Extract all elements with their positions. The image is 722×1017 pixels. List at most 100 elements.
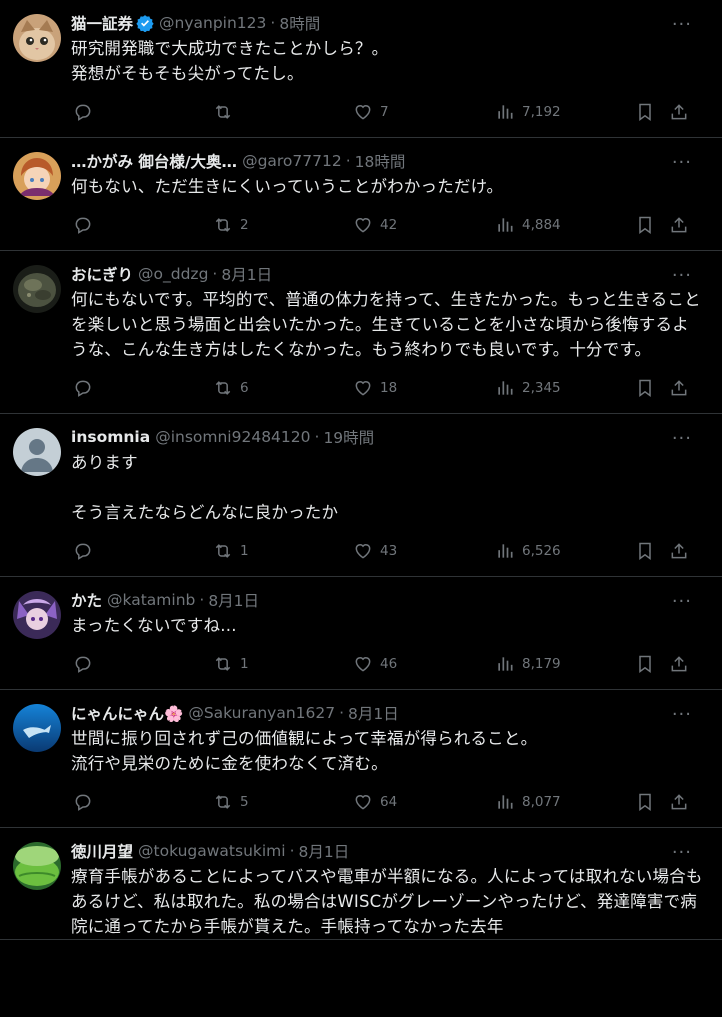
like-button[interactable]: 42 [353, 215, 397, 235]
reply-button[interactable] [73, 792, 93, 812]
tweet[interactable]: ··· …かがみ 御台様/大奥… @garo77712 · 18時間 何もない、ただ生きに… [0, 138, 722, 251]
like-button[interactable]: 64 [353, 792, 397, 812]
tweet-text: 何もない、ただ生きにくいっていうことがわかっただけ。 [71, 177, 504, 196]
retweet-icon [213, 102, 233, 122]
more-options-button[interactable]: ··· [672, 14, 692, 35]
heart-icon [353, 215, 373, 235]
reply-icon [73, 654, 93, 674]
views-button[interactable]: 4,884 [495, 215, 561, 235]
retweet-button[interactable]: 6 [213, 378, 249, 398]
bookmark-button[interactable] [635, 215, 655, 235]
views-button[interactable]: 6,526 [495, 541, 561, 561]
handle[interactable]: @o_ddzg [138, 265, 208, 283]
timestamp[interactable]: 8時間 [279, 12, 320, 34]
heart-icon [353, 378, 373, 398]
share-button[interactable] [669, 102, 689, 122]
like-button[interactable]: 46 [353, 654, 397, 674]
tweet[interactable]: ··· insomnia @insomni92484120 · 19時間 あります そう言… [0, 414, 722, 577]
display-name[interactable]: insomnia [71, 428, 150, 446]
like-button[interactable]: 18 [353, 378, 397, 398]
bookmark-icon [635, 654, 655, 674]
retweet-button[interactable]: 2 [213, 215, 249, 235]
handle[interactable]: @tokugawatsukimi [138, 842, 286, 860]
timestamp[interactable]: 8月1日 [299, 840, 350, 862]
bookmark-button[interactable] [635, 541, 655, 561]
reply-button[interactable] [73, 102, 93, 122]
retweet-button[interactable]: 5 [213, 792, 249, 812]
avatar[interactable] [13, 704, 61, 752]
avatar[interactable] [13, 152, 61, 200]
retweet-button[interactable] [213, 102, 233, 122]
timestamp[interactable]: 8月1日 [208, 589, 259, 611]
share-button[interactable] [669, 215, 689, 235]
bookmark-button[interactable] [635, 102, 655, 122]
more-options-button[interactable]: ··· [672, 704, 692, 725]
display-name[interactable]: 徳川月望 [71, 840, 133, 862]
handle[interactable]: @garo77712 [242, 152, 342, 170]
like-button[interactable]: 43 [353, 541, 397, 561]
heart-icon [353, 654, 373, 674]
display-name[interactable]: にゃんにゃん🌸 [71, 702, 183, 724]
tweet[interactable]: ··· 徳川月望 @tokugawatsukimi · 8月1日 療育手帳があることによっ… [0, 828, 722, 940]
more-options-button[interactable]: ··· [672, 591, 692, 612]
views-button[interactable]: 2,345 [495, 378, 561, 398]
handle[interactable]: @insomni92484120 [155, 428, 310, 446]
timestamp[interactable]: 18時間 [355, 150, 406, 172]
tweet-actions: 1 43 6,526 [71, 533, 704, 569]
display-name[interactable]: …かがみ 御台様/大奥… [71, 150, 237, 172]
handle[interactable]: @nyanpin123 [159, 14, 266, 32]
tweet-text: 何にもないです。平均的で、普通の体力を持って、生きたかった。もっと生きることを楽… [71, 290, 701, 359]
more-options-button[interactable]: ··· [672, 428, 692, 449]
bookmark-button[interactable] [635, 654, 655, 674]
avatar[interactable] [13, 591, 61, 639]
tweet[interactable]: ··· おにぎり @o_ddzg · 8月1日 何にもないです。平均的で、普通の体力を持っ… [0, 251, 722, 414]
display-name[interactable]: 猫一証券 [71, 12, 133, 34]
share-button[interactable] [669, 792, 689, 812]
reply-icon [73, 792, 93, 812]
heart-icon [353, 541, 373, 561]
share-button[interactable] [669, 541, 689, 561]
tweet[interactable]: ··· 猫一証券 @nyanpin123 · 8時間 研究開発職で大成功できたことかしら？… [0, 0, 722, 138]
view-count: 8,077 [522, 794, 561, 810]
tweet-actions: 1 46 8,179 [71, 646, 704, 682]
more-options-button[interactable]: ··· [672, 152, 692, 173]
bookmark-button[interactable] [635, 378, 655, 398]
retweet-button[interactable]: 1 [213, 654, 249, 674]
handle[interactable]: @Sakuranyan1627 [188, 704, 335, 722]
avatar[interactable] [13, 842, 61, 890]
tweet[interactable]: ··· かた @kataminb · 8月1日 まったくないですね… 1 46 8,179 [0, 577, 722, 690]
share-button[interactable] [669, 378, 689, 398]
tweet[interactable]: ··· にゃんにゃん🌸 @Sakuranyan1627 · 8月1日 世間に振り回されず己… [0, 690, 722, 828]
avatar[interactable] [13, 428, 61, 476]
reply-button[interactable] [73, 541, 93, 561]
handle[interactable]: @kataminb [107, 591, 195, 609]
tweet-body: かた @kataminb · 8月1日 まったくないですね… 1 46 8,179 [71, 589, 704, 682]
views-button[interactable]: 7,192 [495, 102, 561, 122]
more-options-button[interactable]: ··· [672, 265, 692, 286]
tweet-text: あります そう言えたならどんなに良かったか [71, 453, 339, 522]
verified-badge-icon [136, 14, 154, 32]
views-button[interactable]: 8,077 [495, 792, 561, 812]
timestamp[interactable]: 8月1日 [348, 702, 399, 724]
bookmark-button[interactable] [635, 792, 655, 812]
like-button[interactable]: 7 [353, 102, 389, 122]
tweet-header: にゃんにゃん🌸 @Sakuranyan1627 · 8月1日 [71, 702, 704, 724]
tweet-header: …かがみ 御台様/大奥… @garo77712 · 18時間 [71, 150, 704, 172]
more-options-button[interactable]: ··· [672, 842, 692, 863]
avatar[interactable] [13, 265, 61, 313]
tweet-header: 徳川月望 @tokugawatsukimi · 8月1日 [71, 840, 704, 862]
reply-button[interactable] [73, 378, 93, 398]
share-button[interactable] [669, 654, 689, 674]
timestamp[interactable]: 19時間 [323, 426, 374, 448]
tweet-header: かた @kataminb · 8月1日 [71, 589, 704, 611]
avatar[interactable] [13, 14, 61, 62]
retweet-icon [213, 215, 233, 235]
timestamp[interactable]: 8月1日 [221, 263, 272, 285]
reply-button[interactable] [73, 215, 93, 235]
views-button[interactable]: 8,179 [495, 654, 561, 674]
reply-button[interactable] [73, 654, 93, 674]
display-name[interactable]: かた [71, 589, 102, 611]
retweet-count: 6 [240, 380, 249, 396]
retweet-button[interactable]: 1 [213, 541, 249, 561]
display-name[interactable]: おにぎり [71, 263, 133, 285]
